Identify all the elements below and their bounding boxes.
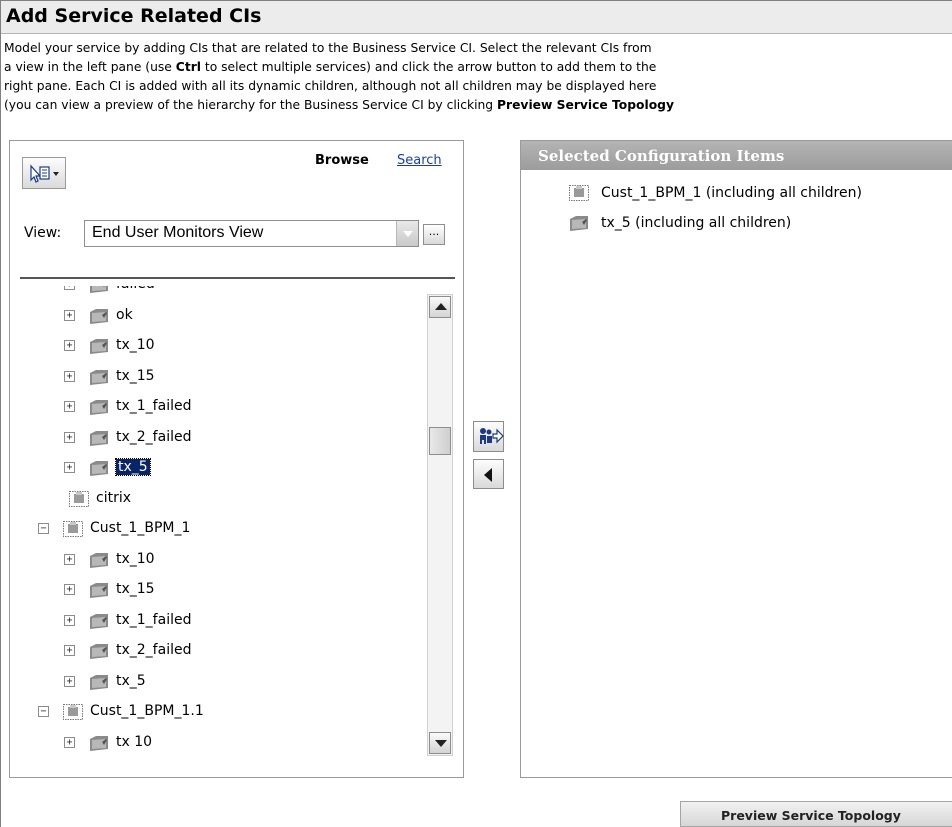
expand-icon[interactable]: + xyxy=(64,675,75,687)
view-label: View: xyxy=(24,225,62,241)
ci-icon xyxy=(569,185,589,201)
folder-icon xyxy=(90,583,108,598)
folder-icon xyxy=(90,552,108,568)
tree-node-label: citrix xyxy=(96,489,132,506)
view-menu-button[interactable] xyxy=(22,157,66,189)
folder-icon xyxy=(90,369,108,385)
remove-arrow-icon xyxy=(484,468,492,482)
tree-node-label: tx_10 xyxy=(116,550,155,567)
expand-icon[interactable]: + xyxy=(64,401,75,412)
view-select-value: End User Monitors View xyxy=(92,224,264,241)
tree-node-label: tx_2_failed xyxy=(116,428,192,445)
title-bar: Add Service Related CIs xyxy=(1,1,952,34)
description-line-3: right pane. Each CI is added with all it… xyxy=(4,79,657,93)
expand-icon[interactable]: + xyxy=(64,286,75,290)
folder-icon xyxy=(90,400,108,415)
search-link[interactable]: Search xyxy=(397,153,442,168)
expand-icon[interactable]: + xyxy=(64,309,75,321)
tree-node-label: tx_2_failed xyxy=(116,642,192,658)
selected-header: Selected Configuration Items xyxy=(521,141,952,170)
divider xyxy=(20,277,455,279)
add-to-selection-icon xyxy=(480,428,504,444)
ci-icon xyxy=(69,490,89,507)
folder-icon xyxy=(90,286,108,293)
page-title: Add Service Related CIs xyxy=(6,5,262,27)
tree-node-label: tx_1_failed xyxy=(116,398,192,414)
tree-node-label: tx 10 xyxy=(116,733,153,750)
tree-node-label: tx_10 xyxy=(116,337,155,353)
description-line-2: a view in the left pane (use Ctrl to sel… xyxy=(4,58,952,77)
tree-node-label: tx_1_failed xyxy=(116,611,192,628)
view-browse-button[interactable]: ... xyxy=(423,224,445,245)
expand-icon[interactable]: + xyxy=(64,736,75,748)
tree-node-label: ok xyxy=(116,306,133,323)
description: Model your service by adding CIs that ar… xyxy=(4,39,952,115)
tree-node-label: tx_5 xyxy=(116,672,146,689)
expand-icon[interactable]: + xyxy=(64,370,75,382)
expand-icon[interactable]: + xyxy=(64,584,75,595)
folder-icon xyxy=(90,308,108,324)
folder-icon xyxy=(90,339,108,354)
browse-tab[interactable]: Browse xyxy=(315,153,369,168)
folder-icon xyxy=(90,674,108,690)
tree-node-label: tx_5 xyxy=(115,458,151,476)
collapse-icon[interactable]: − xyxy=(38,706,49,717)
description-bold: Ctrl xyxy=(175,60,201,74)
scroll-thumb[interactable] xyxy=(429,427,451,455)
scroll-down-button[interactable] xyxy=(429,732,451,754)
preview-service-topology-button[interactable]: Preview Service Topology xyxy=(680,801,952,827)
selected-item-label: Cust_1_BPM_1 (including all children) xyxy=(601,185,862,201)
remove-from-selection-button[interactable] xyxy=(473,459,504,489)
ci-tree[interactable]: + failed + ok + tx_10 + tx_15 + tx_1_failed + tx_2_… xyxy=(10,286,428,766)
description-line-4: (you can view a preview of the hierarchy… xyxy=(4,96,952,115)
view-select[interactable]: End User Monitors View xyxy=(84,220,419,247)
tree-node-label: tx_15 xyxy=(116,367,155,384)
folder-icon xyxy=(90,613,108,629)
toolbar-menu-icon xyxy=(30,164,59,183)
description-text: to select multiple services) and click t… xyxy=(200,60,657,74)
description-bold: Preview Service Topology xyxy=(497,98,674,112)
ci-icon xyxy=(63,704,83,720)
chevron-down-icon[interactable] xyxy=(396,221,418,246)
tree-node-label: tx_15 xyxy=(116,581,155,597)
folder-icon xyxy=(90,430,108,446)
expand-icon[interactable]: + xyxy=(64,462,75,473)
scroll-up-button[interactable] xyxy=(429,296,451,318)
expand-icon[interactable]: + xyxy=(64,431,75,443)
expand-icon[interactable]: + xyxy=(64,614,75,626)
selected-header-title: Selected Configuration Items xyxy=(538,147,785,165)
collapse-icon[interactable]: − xyxy=(38,523,49,534)
expand-icon[interactable]: + xyxy=(64,645,75,656)
tree-node-label: Cust_1_BPM_1 xyxy=(90,520,191,536)
description-text: (you can view a preview of the hierarchy… xyxy=(4,98,498,112)
folder-icon xyxy=(90,735,108,751)
ci-icon xyxy=(63,521,83,537)
selected-item-label: tx_5 (including all children) xyxy=(601,215,792,231)
expand-icon[interactable]: + xyxy=(64,340,75,351)
description-line-1: Model your service by adding CIs that ar… xyxy=(4,41,652,55)
folder-icon xyxy=(90,644,108,659)
tree-scrollbar[interactable] xyxy=(427,294,453,756)
expand-icon[interactable]: + xyxy=(64,553,75,565)
tree-node-label: failed xyxy=(116,286,155,292)
selected-pane: Selected Configuration Items Cust_1_BPM_… xyxy=(520,140,952,778)
folder-icon xyxy=(570,216,588,231)
description-text: a view in the left pane (use xyxy=(4,60,176,74)
browse-pane: Browse Search View: End User Monitors Vi… xyxy=(9,140,464,778)
folder-icon xyxy=(90,461,108,476)
add-to-selection-button[interactable] xyxy=(473,421,504,452)
tree-node-label: Cust_1_BPM_1.1 xyxy=(90,703,204,719)
